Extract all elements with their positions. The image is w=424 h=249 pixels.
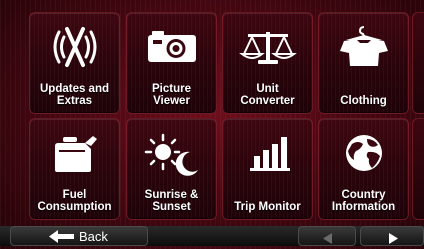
tile-updates-and-extras[interactable]: Updates and Extras [29, 12, 120, 114]
previous-page-button[interactable] [298, 226, 356, 246]
clothes-hanger-shirt-icon [319, 23, 408, 71]
tile-trip-monitor[interactable]: Trip Monitor [222, 118, 313, 220]
tile-label: Updates and Extras [39, 83, 109, 107]
tile-unit-converter[interactable]: Unit Converter [222, 12, 313, 114]
tile-label: Unit Converter [240, 83, 295, 107]
tile-sunrise-sunset[interactable]: Sunrise & Sunset [126, 118, 217, 220]
camera-icon [127, 23, 216, 71]
next-page-button[interactable] [360, 226, 424, 246]
tile-label: Fuel Consumption [37, 189, 112, 213]
tile-picture-viewer[interactable]: Picture Viewer [126, 12, 217, 114]
tile-fuel-consumption[interactable]: Fuel Consumption [29, 118, 120, 220]
scales-icon [223, 23, 312, 71]
tile-label: Country Information [331, 189, 396, 213]
next-page-tile-edge [412, 118, 424, 220]
back-button[interactable]: Back [10, 226, 148, 246]
sun-moon-icon [127, 129, 216, 177]
tile-country-information[interactable]: Country Information [318, 118, 409, 220]
globe-icon [319, 129, 408, 177]
back-label: Back [79, 229, 108, 244]
arrow-left-icon [49, 230, 75, 248]
triangle-left-icon [323, 231, 332, 249]
tile-label: Sunrise & Sunset [144, 189, 199, 213]
tile-label: Picture Viewer [152, 83, 191, 107]
fuel-can-icon [30, 129, 119, 177]
tile-label: Clothing [340, 95, 387, 107]
triangle-right-icon [389, 231, 398, 249]
wireless-x-icon [30, 23, 119, 71]
tile-label: Trip Monitor [234, 201, 301, 213]
tile-clothing[interactable]: Clothing [318, 12, 409, 114]
next-page-tile-edge [412, 12, 424, 114]
bar-chart-icon [223, 129, 312, 177]
